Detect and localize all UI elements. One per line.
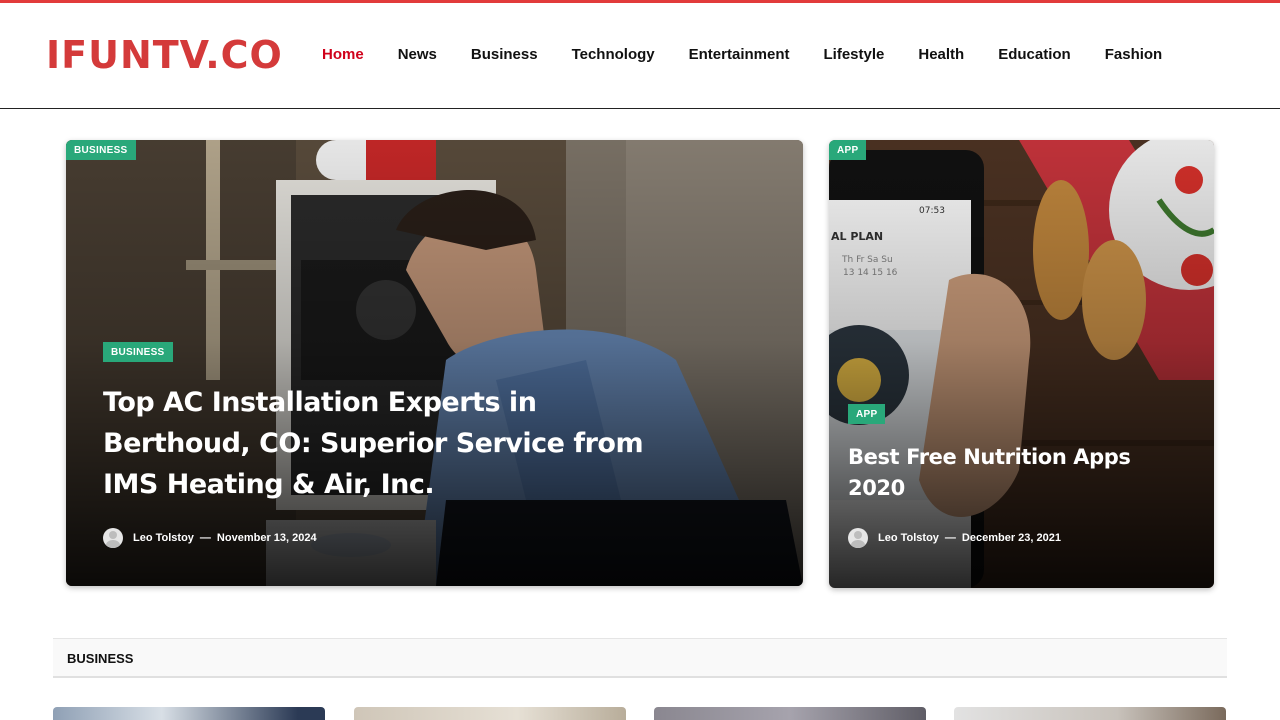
post-title[interactable]: Top AC Installation Experts in Berthoud,… (103, 382, 663, 505)
site-logo[interactable]: IFUNTV.CO (46, 35, 283, 75)
post-meta: Leo Tolstoy — December 23, 2021 (848, 528, 1061, 548)
nav-item-entertainment[interactable]: Entertainment (689, 45, 790, 65)
nav-item-lifestyle[interactable]: Lifestyle (824, 45, 885, 65)
meta-separator: — (944, 532, 956, 544)
category-badge-corner[interactable]: APP (829, 140, 867, 160)
post-thumbnail[interactable] (654, 707, 926, 720)
nav-item-education[interactable]: Education (998, 45, 1071, 65)
author-avatar[interactable] (103, 528, 123, 548)
post-date[interactable]: December 23, 2021 (962, 532, 1061, 544)
post-thumbnail[interactable] (53, 707, 325, 720)
meta-separator: — (199, 532, 211, 544)
author-name[interactable]: Leo Tolstoy (133, 532, 194, 544)
nav-item-home[interactable]: Home (322, 45, 364, 65)
author-avatar[interactable] (848, 528, 868, 548)
nav-item-business[interactable]: Business (471, 45, 538, 65)
featured-post-main[interactable]: BUSINESS BUSINESS Top AC Installation Ex… (66, 140, 803, 586)
category-badge[interactable]: APP (848, 404, 886, 424)
main-nav: Home News Business Technology Entertainm… (322, 45, 1196, 65)
featured-post-side[interactable]: 07:53 AL PLAN Th Fr Sa Su 13 14 15 16 AP… (829, 140, 1214, 588)
post-meta: Leo Tolstoy — November 13, 2024 (103, 528, 317, 548)
nav-item-news[interactable]: News (398, 45, 437, 65)
section-header-business: BUSINESS (53, 638, 1227, 678)
site-header: IFUNTV.CO Home News Business Technology … (0, 3, 1280, 109)
category-badge-corner[interactable]: BUSINESS (66, 140, 136, 160)
section-title[interactable]: BUSINESS (67, 651, 133, 666)
nav-item-health[interactable]: Health (918, 45, 964, 65)
category-badge[interactable]: BUSINESS (103, 342, 173, 362)
post-thumbnail[interactable] (954, 707, 1226, 720)
post-date[interactable]: November 13, 2024 (217, 532, 317, 544)
author-name[interactable]: Leo Tolstoy (878, 532, 939, 544)
nav-item-technology[interactable]: Technology (572, 45, 655, 65)
post-thumbnail[interactable] (354, 707, 626, 720)
post-title[interactable]: Best Free Nutrition Apps 2020 (848, 442, 1148, 504)
nav-item-fashion[interactable]: Fashion (1105, 45, 1163, 65)
